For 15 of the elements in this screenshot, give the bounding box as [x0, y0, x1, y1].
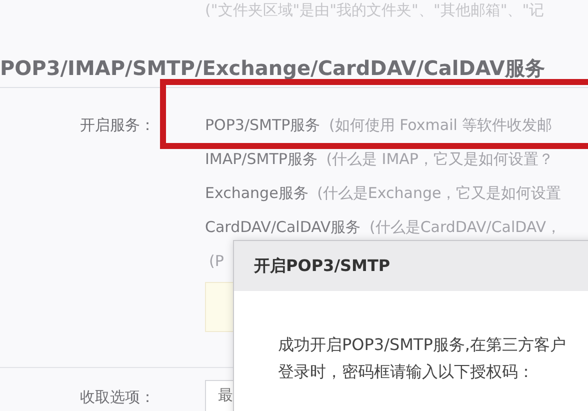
service-help-link[interactable]: (什么是CardDAV/CalDAV，: [369, 218, 561, 236]
field-label: 收取选项：: [80, 387, 155, 408]
service-name: CardDAV/CalDAV服务: [205, 218, 361, 236]
service-help-link[interactable]: (如何使用 Foxmail 等软件收发邮: [328, 116, 552, 134]
service-name: Exchange服务: [205, 184, 308, 202]
dialog-title: 开启POP3/SMTP: [254, 256, 390, 276]
service-help-link[interactable]: (什么是 IMAP，它又是如何设置？: [326, 150, 554, 168]
field-label: 开启服务：: [80, 115, 155, 136]
service-name: POP3/SMTP服务: [205, 116, 320, 134]
service-name: IMAP/SMTP服务: [205, 150, 318, 168]
service-help-link[interactable]: (P: [209, 252, 224, 270]
dialog-message: 成功开启POP3/SMTP服务,在第三方客户: [278, 334, 567, 356]
service-help-link[interactable]: (什么是Exchange，它又是如何设置: [317, 184, 562, 202]
section-title: POP3/IMAP/SMTP/Exchange/CardDAV/CalDAV服务: [0, 56, 588, 88]
dialog-message: 登录时，密码框请输入以下授权码：: [278, 361, 535, 383]
